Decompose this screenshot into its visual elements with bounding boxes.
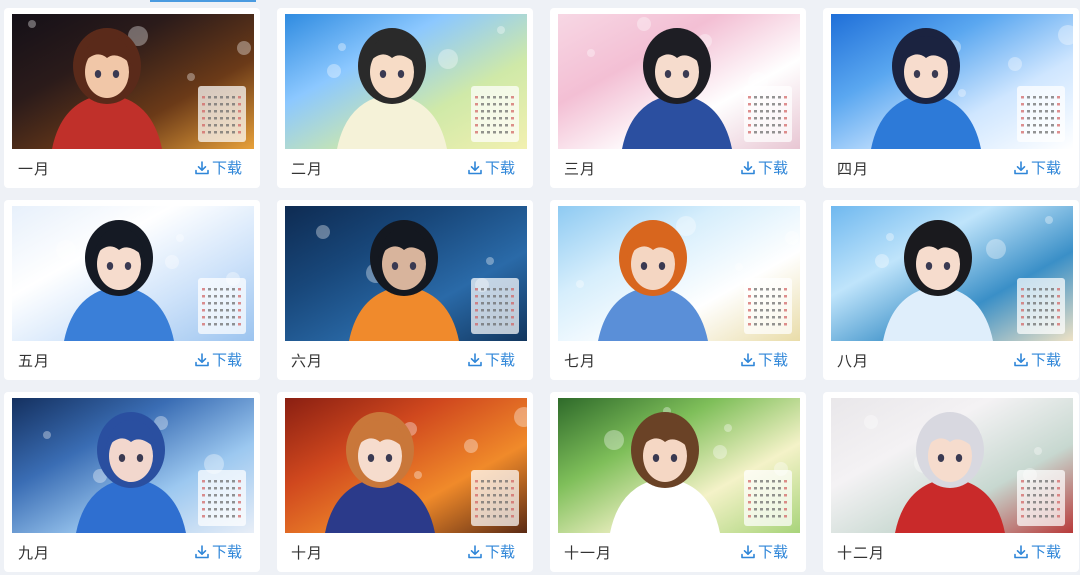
wallpaper-thumbnail[interactable] <box>285 14 527 149</box>
wallpaper-thumbnail[interactable] <box>285 398 527 533</box>
wallpaper-thumbnail[interactable] <box>285 206 527 341</box>
wallpaper-card-11: 十一月 下载 <box>550 392 806 572</box>
download-label: 下载 <box>484 543 515 561</box>
month-label: 十二月 <box>837 544 886 562</box>
wallpaper-card-10: 十月 下载 <box>277 392 533 572</box>
month-label: 一月 <box>18 160 51 178</box>
download-button[interactable]: 下载 <box>194 157 242 178</box>
download-label: 下载 <box>1030 543 1061 561</box>
download-button[interactable]: 下载 <box>194 541 242 562</box>
download-button[interactable]: 下载 <box>1013 157 1061 178</box>
download-button[interactable]: 下载 <box>467 157 515 178</box>
wallpaper-card-3: 三月 下载 <box>550 8 806 188</box>
month-label: 三月 <box>564 160 597 178</box>
wallpaper-card-7: 七月 下载 <box>550 200 806 380</box>
download-icon <box>194 160 210 176</box>
download-label: 下载 <box>1030 351 1061 369</box>
wallpaper-thumbnail[interactable] <box>831 398 1073 533</box>
wallpaper-card-5: 五月 下载 <box>4 200 260 380</box>
download-icon <box>194 544 210 560</box>
download-icon <box>467 544 483 560</box>
download-icon <box>740 352 756 368</box>
download-icon <box>467 352 483 368</box>
download-button[interactable]: 下载 <box>194 349 242 370</box>
download-button[interactable]: 下载 <box>467 541 515 562</box>
download-button[interactable]: 下载 <box>740 541 788 562</box>
wallpaper-card-8: 八月 下载 <box>823 200 1079 380</box>
month-label: 二月 <box>291 160 324 178</box>
wallpaper-thumbnail[interactable] <box>558 206 800 341</box>
wallpaper-thumbnail[interactable] <box>831 14 1073 149</box>
download-label: 下载 <box>484 351 515 369</box>
active-tab-indicator <box>150 0 256 2</box>
wallpaper-thumbnail[interactable] <box>12 14 254 149</box>
download-label: 下载 <box>211 543 242 561</box>
download-label: 下载 <box>211 159 242 177</box>
download-button[interactable]: 下载 <box>740 349 788 370</box>
month-label: 十一月 <box>564 544 613 562</box>
download-button[interactable]: 下载 <box>1013 541 1061 562</box>
month-label: 五月 <box>18 352 51 370</box>
wallpaper-card-1: 一月 下载 <box>4 8 260 188</box>
month-label: 四月 <box>837 160 870 178</box>
wallpaper-card-6: 六月 下载 <box>277 200 533 380</box>
download-icon <box>740 544 756 560</box>
download-icon <box>467 160 483 176</box>
wallpaper-thumbnail[interactable] <box>558 14 800 149</box>
download-label: 下载 <box>1030 159 1061 177</box>
wallpaper-thumbnail[interactable] <box>831 206 1073 341</box>
month-label: 十月 <box>291 544 324 562</box>
month-label: 八月 <box>837 352 870 370</box>
wallpaper-card-12: 十二月 下载 <box>823 392 1079 572</box>
wallpaper-grid: 一月 下载 二月 下载 三月 下载 四月 下载 五月 下载 六月 下载 七月 下… <box>4 8 1079 572</box>
download-button[interactable]: 下载 <box>1013 349 1061 370</box>
download-icon <box>740 160 756 176</box>
wallpaper-card-2: 二月 下载 <box>277 8 533 188</box>
wallpaper-thumbnail[interactable] <box>558 398 800 533</box>
download-button[interactable]: 下载 <box>467 349 515 370</box>
month-label: 七月 <box>564 352 597 370</box>
wallpaper-card-9: 九月 下载 <box>4 392 260 572</box>
wallpaper-thumbnail[interactable] <box>12 206 254 341</box>
download-label: 下载 <box>757 351 788 369</box>
download-icon <box>194 352 210 368</box>
month-label: 九月 <box>18 544 51 562</box>
download-icon <box>1013 160 1029 176</box>
download-label: 下载 <box>484 159 515 177</box>
download-label: 下载 <box>757 159 788 177</box>
download-button[interactable]: 下载 <box>740 157 788 178</box>
wallpaper-card-4: 四月 下载 <box>823 8 1079 188</box>
download-icon <box>1013 352 1029 368</box>
month-label: 六月 <box>291 352 324 370</box>
download-label: 下载 <box>757 543 788 561</box>
wallpaper-thumbnail[interactable] <box>12 398 254 533</box>
download-icon <box>1013 544 1029 560</box>
download-label: 下载 <box>211 351 242 369</box>
